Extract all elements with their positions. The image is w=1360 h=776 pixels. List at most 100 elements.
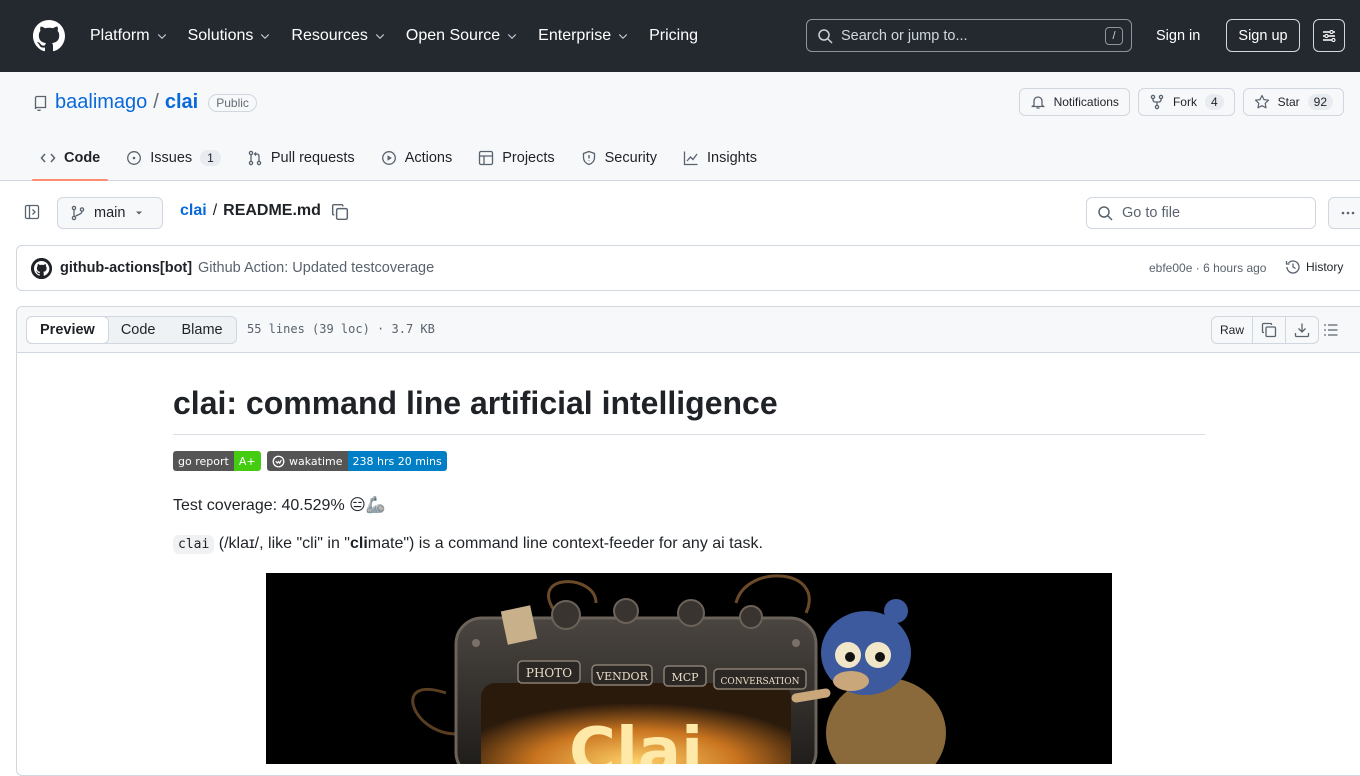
- tab-label: Issues: [150, 150, 193, 166]
- tab-actions[interactable]: Actions: [373, 136, 461, 180]
- expand-file-tree-button[interactable]: [16, 196, 48, 228]
- wakatime-logo-icon: [272, 455, 285, 467]
- tab-label: Pull requests: [270, 150, 355, 166]
- sidebar-expand-icon: [24, 204, 40, 220]
- go-report-badge-label: go report: [173, 451, 234, 471]
- nav-solutions[interactable]: Solutions: [178, 16, 282, 56]
- readme-title: clai: command line artificial intelligen…: [173, 385, 778, 421]
- repo-name-link[interactable]: clai: [165, 91, 198, 114]
- nav-open-source[interactable]: Open Source: [396, 16, 528, 56]
- tab-security[interactable]: Security: [573, 136, 665, 180]
- copy-icon: [331, 203, 349, 221]
- fork-count: 4: [1204, 94, 1224, 110]
- tab-label: Actions: [404, 150, 453, 166]
- nav-label: Open Source: [405, 27, 501, 44]
- chevron-down-icon: [157, 34, 166, 40]
- nav-resources[interactable]: Resources: [281, 16, 395, 56]
- test-coverage-text: Test coverage: 40.529% 😑🦾: [173, 497, 386, 514]
- sign-in-link[interactable]: Sign in: [1148, 19, 1208, 52]
- more-options-button[interactable]: [1328, 197, 1360, 229]
- search-icon: [818, 28, 833, 44]
- github-logo-icon[interactable]: [33, 20, 65, 52]
- go-to-file-input[interactable]: Go to file: [1086, 197, 1316, 229]
- sliders-icon: [1323, 29, 1336, 42]
- tab-issues[interactable]: Issues 1: [118, 136, 229, 180]
- bot-avatar[interactable]: [31, 258, 52, 279]
- commit-author-link[interactable]: github-actions[bot]: [60, 260, 192, 276]
- graph-icon: [683, 151, 698, 166]
- nav-enterprise[interactable]: Enterprise: [528, 16, 639, 56]
- visibility-badge: Public: [208, 93, 257, 112]
- repo-header: baalimago / clai Public Notifications Fo…: [0, 72, 1360, 181]
- commit-message-link[interactable]: Github Action: Updated testcoverage: [198, 260, 434, 276]
- hero-label-conversation: CONVERSATION: [721, 677, 800, 687]
- notifications-label: Notifications: [1053, 95, 1119, 109]
- issues-count: 1: [200, 150, 221, 166]
- tab-label: Projects: [502, 150, 555, 166]
- go-report-badge[interactable]: go report A+: [173, 451, 261, 471]
- inline-code-clai: clai: [173, 535, 215, 554]
- main-nav: Platform Solutions Resources Open Source…: [80, 0, 708, 72]
- nav-pricing[interactable]: Pricing: [639, 16, 708, 56]
- header-menu-button[interactable]: [1313, 19, 1345, 52]
- download-raw-button[interactable]: [1286, 317, 1318, 343]
- nav-label: Enterprise: [538, 27, 612, 44]
- star-button[interactable]: Star 92: [1242, 88, 1344, 116]
- nav-platform[interactable]: Platform: [80, 16, 178, 56]
- repo-actions: Notifications Fork 4 Star 92: [1018, 88, 1344, 116]
- list-unordered-icon: [1324, 324, 1338, 336]
- global-search-input[interactable]: Search or jump to... /: [806, 19, 1132, 52]
- repo-tabs: Code Issues 1 Pull requests Actions Proj…: [32, 136, 775, 181]
- copy-path-button[interactable]: [331, 203, 349, 221]
- nav-label: Pricing: [649, 27, 698, 44]
- sign-up-button[interactable]: Sign up: [1226, 19, 1300, 52]
- repo-icon: [34, 95, 47, 111]
- nav-label: Platform: [90, 27, 150, 44]
- preview-view-button[interactable]: Preview: [26, 316, 109, 344]
- go-report-badge-value: A+: [233, 451, 261, 471]
- history-link[interactable]: History: [1285, 259, 1343, 275]
- file-toolbar: Preview Code Blame 55 lines (39 loc) · 3…: [17, 307, 1360, 353]
- tab-insights[interactable]: Insights: [675, 136, 765, 180]
- commit-sha-link[interactable]: ebfe00e: [1149, 261, 1192, 275]
- triangle-down-icon: [136, 211, 143, 215]
- code-view-button[interactable]: Code: [108, 317, 169, 343]
- notifications-button[interactable]: Notifications: [1018, 88, 1130, 116]
- repo-owner-link[interactable]: baalimago: [55, 91, 147, 114]
- hero-label-mcp: MCP: [671, 671, 699, 684]
- raw-button[interactable]: Raw: [1212, 317, 1254, 343]
- wakatime-badge[interactable]: wakatime 238 hrs 20 mins: [267, 451, 447, 471]
- description-part-2: mate") is a command line context-feeder …: [367, 535, 763, 552]
- star-icon: [1254, 94, 1269, 109]
- table-icon: [479, 150, 494, 166]
- hero-logo-text: Clai: [569, 715, 703, 764]
- wakatime-badge-label-wrap: wakatime: [267, 451, 348, 471]
- breadcrumb-separator: /: [212, 202, 218, 219]
- download-icon: [1294, 323, 1310, 338]
- search-placeholder: Search or jump to...: [841, 27, 968, 44]
- copy-raw-button[interactable]: [1253, 317, 1287, 343]
- chevron-down-icon: [375, 34, 385, 40]
- file-actions-group: Raw: [1211, 316, 1320, 344]
- site-header: Platform Solutions Resources Open Source…: [0, 0, 1360, 72]
- readme-description: clai (/klaɪ/, like "cli" in "climate") i…: [173, 535, 763, 554]
- fork-button[interactable]: Fork 4: [1137, 88, 1235, 116]
- commit-meta-separator: ·: [1195, 261, 1200, 275]
- commit-meta: ebfe00e · 6 hours ago: [1149, 261, 1266, 275]
- view-mode-switcher: Preview Code Blame: [26, 316, 237, 344]
- git-branch-icon: [71, 205, 85, 221]
- go-to-file-placeholder: Go to file: [1122, 205, 1181, 221]
- breadcrumb-file-name: README.md: [223, 202, 321, 219]
- star-count: 92: [1307, 94, 1333, 110]
- outline-button[interactable]: [1319, 318, 1343, 342]
- tab-projects[interactable]: Projects: [470, 136, 562, 180]
- breadcrumb-repo-link[interactable]: clai: [180, 202, 207, 220]
- description-bold: cli: [349, 535, 368, 552]
- blame-view-button[interactable]: Blame: [169, 317, 236, 343]
- branch-selector[interactable]: main: [57, 197, 163, 229]
- clai-machine-illustration: PHOTO VENDOR MCP CONVERSATION Clai: [411, 574, 946, 764]
- tab-code[interactable]: Code: [32, 136, 109, 181]
- tab-pull-requests[interactable]: Pull requests: [239, 136, 363, 180]
- description-part-1: (/klaɪ/, like "cli" in ": [214, 535, 350, 552]
- repo-separator: /: [153, 91, 159, 113]
